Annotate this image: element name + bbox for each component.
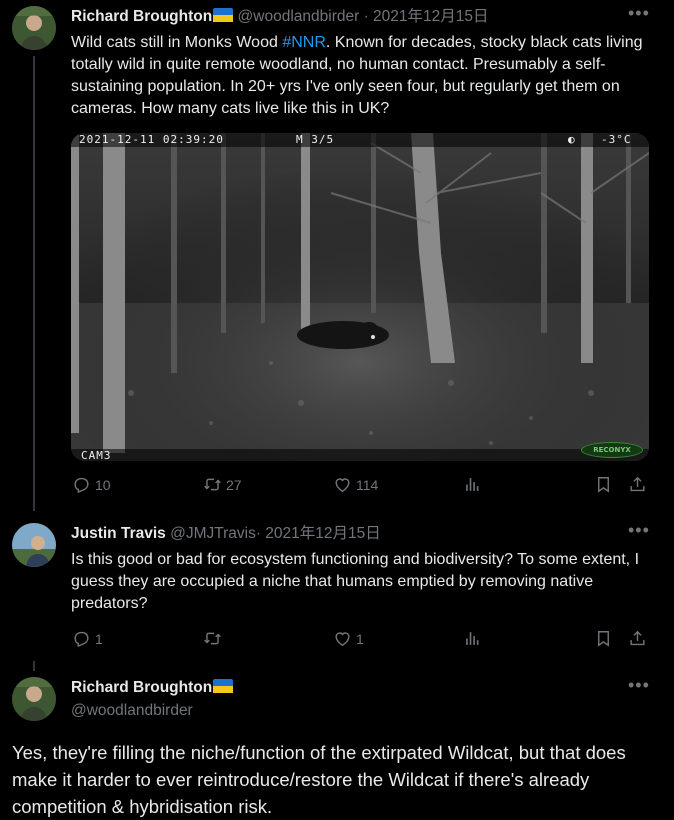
avatar-image xyxy=(12,6,56,50)
repost-button[interactable] xyxy=(203,629,226,648)
share-button[interactable] xyxy=(628,475,647,494)
bookmark-button[interactable] xyxy=(594,475,613,494)
bookmark-icon xyxy=(594,629,613,648)
camera-id: CAM3 xyxy=(81,449,112,461)
like-count: 114 xyxy=(356,476,379,493)
more-icon[interactable]: ••• xyxy=(628,3,650,24)
tweet-header: Richard Broughton @woodlandbirder · 2021… xyxy=(71,7,489,27)
avatar[interactable] xyxy=(12,677,56,721)
tweet-header-handle: @woodlandbirder xyxy=(71,701,193,721)
tweet-text: Wild cats still in Monks Wood #NNR. Know… xyxy=(71,32,656,120)
author-name[interactable]: Richard Broughton xyxy=(71,679,212,696)
tweet-text: Is this good or bad for ecosystem functi… xyxy=(71,551,640,612)
repost-button[interactable]: 27 xyxy=(203,475,242,494)
post-date[interactable]: · 2021年12月15日 xyxy=(256,525,381,542)
tweet: Richard Broughton @woodlandbirder ••• Ye… xyxy=(0,665,674,817)
ukraine-flag-icon xyxy=(213,679,233,693)
avatar[interactable] xyxy=(12,6,56,50)
views-icon xyxy=(463,629,482,648)
like-button[interactable]: 114 xyxy=(333,475,378,494)
like-count: 1 xyxy=(356,630,364,647)
repost-icon xyxy=(203,629,222,648)
reply-button[interactable]: 1 xyxy=(72,629,103,648)
camera-timestamp: 2021-12-11 02:39:20 xyxy=(79,133,224,146)
more-icon[interactable]: ••• xyxy=(628,675,650,696)
share-icon xyxy=(628,475,647,494)
bookmark-button[interactable] xyxy=(594,629,613,648)
avatar-image xyxy=(12,523,56,567)
woodland-night-scene xyxy=(71,133,649,461)
bookmark-icon xyxy=(594,475,613,494)
like-button[interactable]: 1 xyxy=(333,629,364,648)
post-date[interactable]: · 2021年12月15日 xyxy=(364,8,489,25)
tweet-header: Richard Broughton xyxy=(71,678,233,698)
tweet-actions: 10 27 114 xyxy=(0,475,674,499)
like-icon xyxy=(333,629,352,648)
like-icon xyxy=(333,475,352,494)
repost-icon xyxy=(203,475,222,494)
tweet: Justin Travis @JMJTravis· 2021年12月15日 ••… xyxy=(0,511,674,661)
views-icon xyxy=(463,475,482,494)
trail-camera-photo[interactable]: 2021-12-11 02:39:20 M 3/5 ◐ -3°C CAM3 RE… xyxy=(71,133,649,461)
reply-button[interactable]: 10 xyxy=(72,475,111,494)
tweet-text: Yes, they're filling the niche/function … xyxy=(12,742,626,817)
moon-phase-icon: ◐ xyxy=(568,133,576,146)
views-button[interactable] xyxy=(463,629,482,648)
views-button[interactable] xyxy=(463,475,482,494)
camera-temperature: -3°C xyxy=(601,133,632,146)
reply-count: 1 xyxy=(95,630,103,647)
share-button[interactable] xyxy=(628,629,647,648)
author-handle[interactable]: @woodlandbirder xyxy=(71,702,193,719)
ukraine-flag-icon xyxy=(213,8,233,22)
author-handle[interactable]: @woodlandbirder xyxy=(238,8,360,25)
reply-icon xyxy=(72,475,91,494)
share-icon xyxy=(628,629,647,648)
avatar[interactable] xyxy=(12,523,56,567)
tweet-actions: 1 1 xyxy=(0,629,674,653)
author-name[interactable]: Richard Broughton xyxy=(71,8,212,25)
hashtag-link[interactable]: #NNR xyxy=(282,34,326,51)
reply-count: 10 xyxy=(95,476,111,493)
repost-count: 27 xyxy=(226,476,242,493)
camera-mode: M 3/5 xyxy=(296,133,335,146)
reconyx-logo: RECONYX xyxy=(581,442,643,458)
author-name[interactable]: Justin Travis xyxy=(71,525,166,542)
avatar-image xyxy=(12,677,56,721)
reply-icon xyxy=(72,629,91,648)
tweet-header: Justin Travis @JMJTravis· 2021年12月15日 xyxy=(71,524,381,544)
tweet: Richard Broughton @woodlandbirder · 2021… xyxy=(0,0,674,510)
author-handle[interactable]: @JMJTravis xyxy=(170,525,256,542)
more-icon[interactable]: ••• xyxy=(628,520,650,541)
tweet-text-part: Wild cats still in Monks Wood xyxy=(71,34,283,51)
